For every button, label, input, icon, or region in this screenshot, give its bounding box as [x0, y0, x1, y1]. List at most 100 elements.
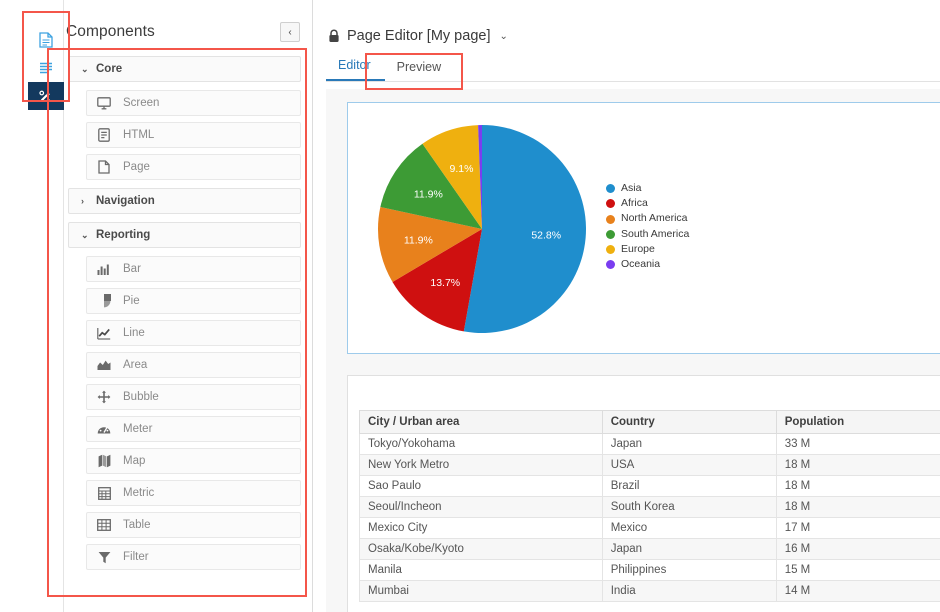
component-item-label: HTML: [123, 129, 154, 141]
rail-item-list[interactable]: [28, 54, 64, 82]
collapse-sidebar-button[interactable]: ‹: [280, 22, 300, 42]
component-group-core[interactable]: ⌄ Core: [68, 56, 301, 82]
table-row: Tokyo/YokohamaJapan33 M: [360, 434, 940, 455]
legend-label: Oceania: [621, 257, 660, 272]
table-cell: Japan: [602, 539, 776, 560]
table-cell: 15 M: [776, 560, 940, 581]
legend-item-south-america[interactable]: South America: [606, 227, 689, 242]
tab-editor[interactable]: Editor: [326, 58, 385, 81]
monitor-icon: [97, 97, 111, 110]
component-item-label: Bubble: [123, 391, 159, 403]
pie-slice-label: 9.1%: [450, 163, 474, 175]
component-item-html[interactable]: HTML: [86, 122, 301, 148]
chart-legend: AsiaAfricaNorth AmericaSouth AmericaEuro…: [606, 181, 689, 272]
table-cell: Seoul/Incheon: [360, 497, 603, 518]
table-cell: South Korea: [602, 497, 776, 518]
rail-item-page[interactable]: [28, 26, 64, 54]
area-chart-icon: [97, 359, 111, 371]
component-group-navigation[interactable]: ›Navigation: [68, 188, 301, 214]
table-column-header[interactable]: Country: [602, 411, 776, 434]
table-cell: 14 M: [776, 581, 940, 602]
meter-icon: [97, 423, 111, 435]
tab-preview[interactable]: Preview: [385, 60, 455, 81]
components-list: ⌄ Core Screen HTML Page ›Navigation ⌄Reporting…: [64, 56, 312, 570]
lock-icon: [328, 29, 340, 43]
component-group-label: Core: [96, 63, 122, 75]
table-column-header[interactable]: City / Urban area: [360, 411, 603, 434]
component-item-map[interactable]: Map: [86, 448, 301, 474]
table-icon: [97, 519, 111, 531]
component-group-label: Reporting: [96, 229, 150, 241]
legend-item-africa[interactable]: Africa: [606, 196, 689, 211]
table-cell: New York Metro: [360, 455, 603, 476]
component-item-bar[interactable]: Bar: [86, 256, 301, 282]
chevron-down-icon[interactable]: ⌄: [499, 31, 507, 42]
component-item-label: Table: [123, 519, 151, 531]
component-item-meter[interactable]: Meter: [86, 416, 301, 442]
pie-slice-label: 13.7%: [430, 277, 460, 289]
table-cell: Osaka/Kobe/Kyoto: [360, 539, 603, 560]
chevron-down-icon: ⌄: [81, 64, 89, 75]
table-column-header[interactable]: Population: [776, 411, 940, 434]
table-cell: 18 M: [776, 476, 940, 497]
table-header-row: City / Urban areaCountryPopulation: [360, 411, 940, 434]
component-item-area[interactable]: Area: [86, 352, 301, 378]
pie-slice-asia[interactable]: [464, 125, 586, 333]
table-cell: India: [602, 581, 776, 602]
table-cell: 17 M: [776, 518, 940, 539]
component-item-label: Metric: [123, 487, 154, 499]
page-editor-title-text: Page Editor [My page]: [347, 28, 490, 44]
chevron-left-icon: ‹: [288, 27, 291, 38]
component-item-table[interactable]: Table: [86, 512, 301, 538]
component-item-label: Screen: [123, 97, 159, 109]
legend-label: Europe: [621, 242, 655, 257]
legend-item-europe[interactable]: Europe: [606, 242, 689, 257]
legend-label: North America: [621, 211, 688, 226]
pie-slice-label: 11.9%: [414, 188, 443, 200]
filter-icon: [97, 551, 111, 564]
table-row: New York MetroUSA18 M: [360, 455, 940, 476]
page-icon: [39, 32, 53, 48]
component-item-screen[interactable]: Screen: [86, 90, 301, 116]
tab-bar: EditorPreview: [326, 55, 940, 82]
legend-item-north-america[interactable]: North America: [606, 211, 689, 226]
component-item-line[interactable]: Line: [86, 320, 301, 346]
table-cell: Mexico: [602, 518, 776, 539]
list-icon: [39, 61, 53, 75]
page-editor-title: Page Editor [My page] ⌄: [328, 28, 940, 44]
component-item-label: Pie: [123, 295, 140, 307]
table-row: Osaka/Kobe/KyotoJapan16 M: [360, 539, 940, 560]
table-row: Mexico CityMexico17 M: [360, 518, 940, 539]
component-item-pie[interactable]: Pie: [86, 288, 301, 314]
table-cell: Japan: [602, 434, 776, 455]
table-row: MumbaiIndia14 M: [360, 581, 940, 602]
components-panel: Components ‹ ⌄ Core Screen HTML Page ›Navigat…: [64, 0, 313, 612]
component-group-reporting[interactable]: ⌄Reporting: [68, 222, 301, 248]
file-icon: [97, 160, 111, 174]
legend-color-swatch: [606, 260, 615, 269]
component-item-filter[interactable]: Filter: [86, 544, 301, 570]
map-icon: [97, 454, 111, 468]
rail-item-components[interactable]: [28, 82, 64, 110]
component-group-items: Bar Pie Line Area Bubble Meter Map Metric Table F…: [68, 256, 301, 570]
table-cell: Mumbai: [360, 581, 603, 602]
legend-item-asia[interactable]: Asia: [606, 181, 689, 196]
legend-color-swatch: [606, 199, 615, 208]
legend-item-oceania[interactable]: Oceania: [606, 257, 689, 272]
content-area: 52.8%13.7%11.9%11.9%9.1% AsiaAfricaNorth…: [326, 89, 940, 612]
table-cell: USA: [602, 455, 776, 476]
component-item-page[interactable]: Page: [86, 154, 301, 180]
table-body: Tokyo/YokohamaJapan33 MNew York MetroUSA…: [360, 434, 940, 602]
table-cell: 16 M: [776, 539, 940, 560]
component-item-metric[interactable]: Metric: [86, 480, 301, 506]
page-title: Components: [64, 23, 155, 41]
component-item-bubble[interactable]: Bubble: [86, 384, 301, 410]
bubble-icon: [97, 390, 111, 404]
table-cell: Brazil: [602, 476, 776, 497]
table-cell: Tokyo/Yokohama: [360, 434, 603, 455]
pie-chart-icon: [97, 294, 111, 308]
legend-label: Africa: [621, 196, 648, 211]
icon-rail: [28, 0, 64, 612]
table-cell: Philippines: [602, 560, 776, 581]
table-cell: 18 M: [776, 497, 940, 518]
